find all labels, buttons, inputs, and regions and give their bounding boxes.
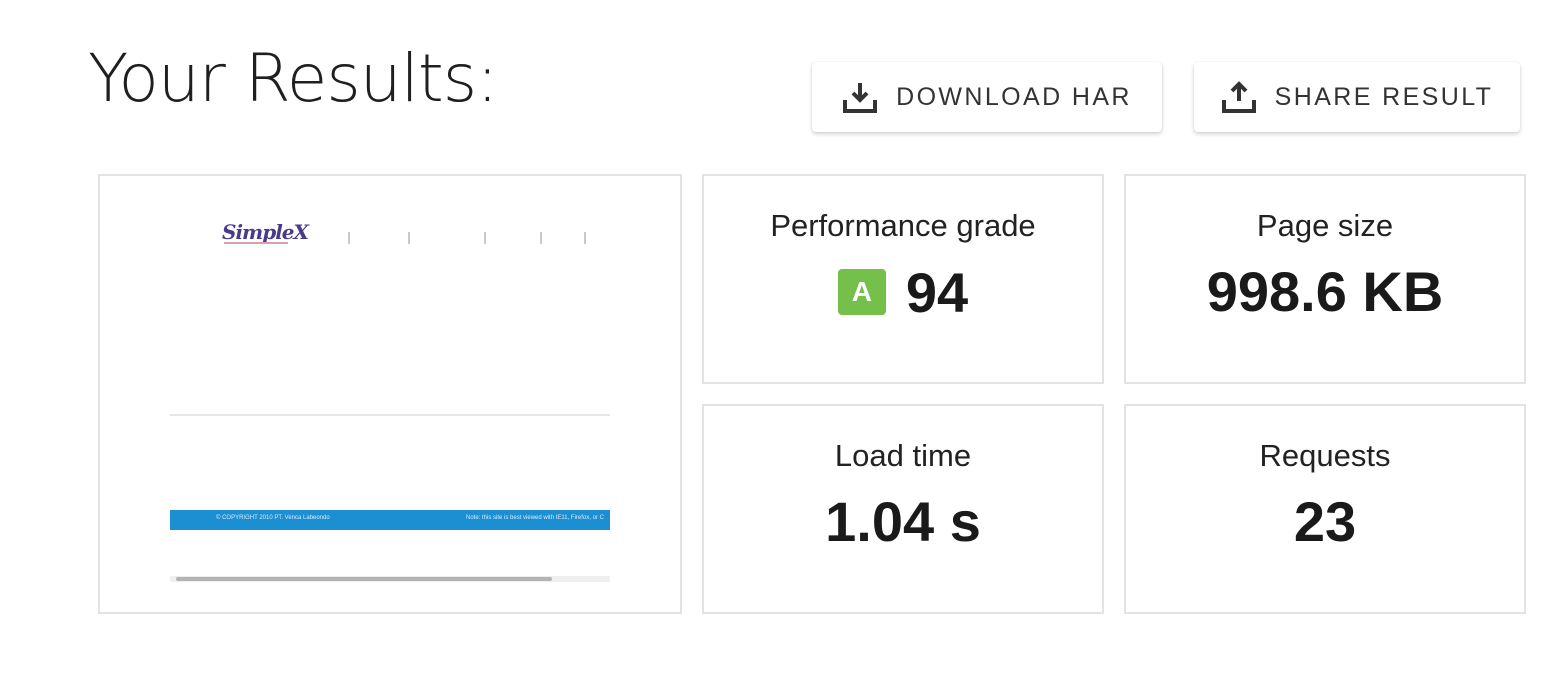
load-time-label: Load time (834, 438, 972, 473)
nav-divider (540, 232, 542, 244)
page-screenshot-thumbnail: SimpleX © COPYRIGHT 2010 PT. Venca Labeo… (98, 174, 682, 614)
requests-label: Requests (1259, 438, 1391, 473)
page-size-value: 998.6 KB (1206, 260, 1444, 323)
site-footer: © COPYRIGHT 2010 PT. Venca Labeondo Note… (170, 510, 610, 530)
download-har-label: DOWNLOAD HAR (896, 82, 1132, 111)
performance-grade-card: Performance grade A 94 (702, 174, 1104, 384)
site-logo: SimpleX (222, 220, 309, 244)
footer-note: Note: this site is best viewed with IE11… (466, 515, 604, 521)
performance-score: 94 (905, 260, 969, 324)
requests-card: Requests 23 (1124, 404, 1526, 614)
page-size-label: Page size (1256, 208, 1394, 243)
requests-value: 23 (1293, 490, 1357, 553)
share-icon (1221, 80, 1257, 114)
content-divider (170, 414, 610, 416)
footer-copyright: © COPYRIGHT 2010 PT. Venca Labeondo (216, 515, 330, 521)
share-result-button[interactable]: SHARE RESULT (1194, 62, 1520, 132)
nav-divider (408, 232, 410, 244)
load-time-value: 1.04 s (825, 490, 981, 553)
nav-divider (348, 232, 350, 244)
share-result-label: SHARE RESULT (1274, 82, 1494, 111)
download-icon (842, 80, 878, 114)
scrollbar-thumb (176, 577, 552, 581)
download-har-button[interactable]: DOWNLOAD HAR (812, 62, 1162, 132)
nav-divider (584, 232, 586, 244)
nav-divider (484, 232, 486, 244)
load-time-card: Load time 1.04 s (702, 404, 1104, 614)
performance-grade-label: Performance grade (770, 208, 1036, 243)
page-size-card: Page size 998.6 KB (1124, 174, 1526, 384)
performance-grade-row: A 94 (704, 260, 1102, 324)
page-title: Your Results: (88, 40, 498, 117)
grade-badge: A (837, 269, 886, 315)
logo-underline (224, 242, 288, 244)
